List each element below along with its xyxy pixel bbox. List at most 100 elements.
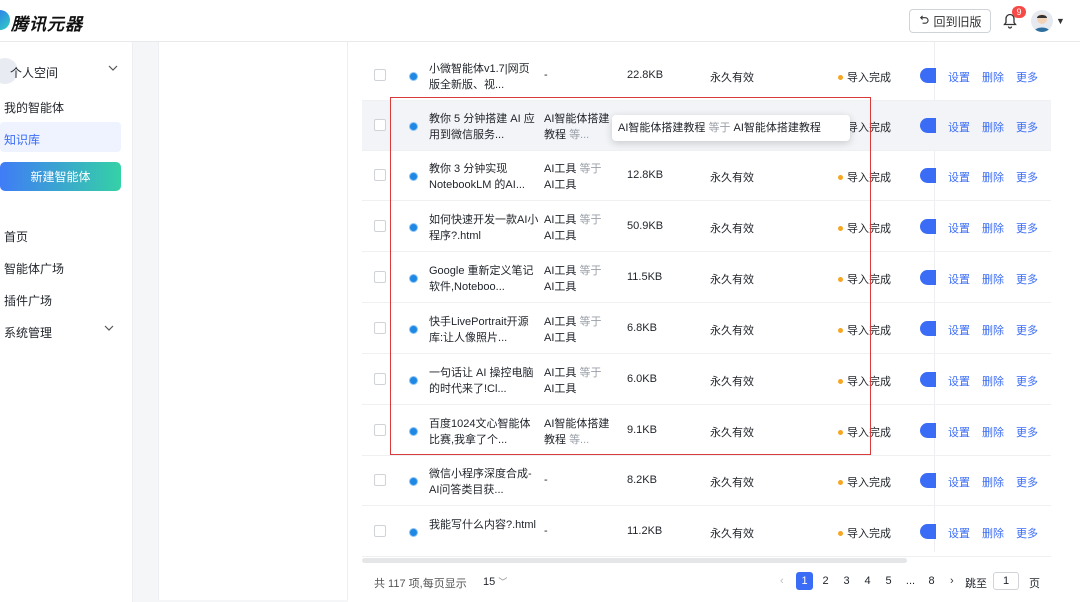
more-link[interactable]: 更多 (1016, 477, 1038, 489)
page-5[interactable]: 5 (880, 572, 897, 590)
delete-link[interactable]: 删除 (982, 376, 1004, 388)
settings-link[interactable]: 设置 (948, 72, 970, 84)
jump-label: 跳至 (965, 578, 987, 590)
row-checkbox[interactable] (374, 322, 386, 334)
row-checkbox[interactable] (374, 373, 386, 385)
page-3[interactable]: 3 (838, 572, 855, 590)
row-actions: 设置 删除 更多 (948, 373, 1050, 389)
sidebar-item-system-admin[interactable]: 系统管理 (4, 324, 52, 341)
enable-toggle[interactable] (920, 321, 936, 336)
delete-link[interactable]: 删除 (982, 122, 1004, 134)
sidebar-item-plugin-plaza[interactable]: 插件广场 (4, 292, 52, 309)
settings-link[interactable]: 设置 (948, 528, 970, 540)
logo-icon (0, 10, 10, 30)
avatar[interactable] (1031, 10, 1053, 32)
settings-link[interactable]: 设置 (948, 325, 970, 337)
doc-tag: - (544, 69, 548, 81)
row-checkbox[interactable] (374, 525, 386, 537)
sidebar-item-home[interactable]: 首页 (4, 228, 28, 245)
page-8[interactable]: 8 (923, 572, 940, 590)
enable-toggle[interactable] (920, 473, 936, 488)
delete-link[interactable]: 删除 (982, 325, 1004, 337)
page-ellipsis[interactable]: ... (902, 572, 919, 590)
status-text: 导入完成 (847, 528, 891, 540)
page-2[interactable]: 2 (817, 572, 834, 590)
delete-link[interactable]: 删除 (982, 274, 1004, 286)
table-row[interactable]: 我能写什么内容?.html - 11.2KB 永久有效 导入完成 设置 删除 更多 (362, 507, 1051, 557)
page-1[interactable]: 1 (796, 572, 813, 590)
enable-toggle[interactable] (920, 219, 936, 234)
enable-toggle[interactable] (920, 270, 936, 285)
logo-text: 腾讯元器 (11, 15, 83, 34)
status-dot-icon (838, 530, 843, 536)
more-link[interactable]: 更多 (1016, 274, 1038, 286)
delete-link[interactable]: 删除 (982, 528, 1004, 540)
settings-link[interactable]: 设置 (948, 427, 970, 439)
enable-toggle[interactable] (920, 524, 936, 539)
delete-link[interactable]: 删除 (982, 172, 1004, 184)
row-checkbox[interactable] (374, 69, 386, 81)
highlight-box (390, 97, 871, 455)
row-checkbox[interactable] (374, 271, 386, 283)
doc-name[interactable]: 我能写什么内容?.html (429, 517, 539, 549)
doc-size: 11.2KB (627, 525, 663, 537)
more-link[interactable]: 更多 (1016, 72, 1038, 84)
sidebar-item-my-agents[interactable]: 我的智能体 (4, 99, 64, 116)
page-size-select[interactable]: 15 ﹀ (483, 575, 507, 588)
notification-badge: 9 (1012, 6, 1026, 18)
table-row[interactable]: 微信小程序深度合成-AI问答类目获... - 8.2KB 永久有效 导入完成 设… (362, 456, 1051, 506)
row-actions: 设置 删除 更多 (948, 474, 1050, 490)
row-checkbox[interactable] (374, 424, 386, 436)
settings-link[interactable]: 设置 (948, 172, 970, 184)
more-link[interactable]: 更多 (1016, 122, 1038, 134)
old-version-button[interactable]: 回到旧版 (909, 9, 991, 33)
globe-icon (409, 477, 418, 486)
enable-toggle[interactable] (920, 168, 936, 183)
sidebar-item-agent-plaza[interactable]: 智能体广场 (4, 260, 64, 277)
delete-link[interactable]: 删除 (982, 72, 1004, 84)
settings-link[interactable]: 设置 (948, 122, 970, 134)
row-checkbox[interactable] (374, 474, 386, 486)
row-actions: 设置 删除 更多 (948, 525, 1050, 541)
doc-name[interactable]: 小微智能体v1.7|网页版全新版、视... (429, 61, 539, 93)
settings-link[interactable]: 设置 (948, 223, 970, 235)
row-checkbox[interactable] (374, 169, 386, 181)
more-link[interactable]: 更多 (1016, 528, 1038, 540)
more-link[interactable]: 更多 (1016, 172, 1038, 184)
chevron-down-icon[interactable] (104, 324, 114, 335)
enable-toggle[interactable] (920, 118, 936, 133)
row-checkbox[interactable] (374, 119, 386, 131)
enable-toggle[interactable] (920, 372, 936, 387)
doc-name[interactable]: 微信小程序深度合成-AI问答类目获... (429, 466, 539, 498)
workspace-label[interactable]: 个人空间 (10, 64, 58, 81)
next-page-icon[interactable]: › (950, 575, 954, 587)
settings-link[interactable]: 设置 (948, 274, 970, 286)
doc-validity: 永久有效 (710, 72, 754, 84)
table-row[interactable]: 小微智能体v1.7|网页版全新版、视... - 22.8KB 永久有效 导入完成… (362, 51, 1051, 101)
page-4[interactable]: 4 (859, 572, 876, 590)
delete-link[interactable]: 删除 (982, 223, 1004, 235)
sidebar-item-knowledge-base[interactable]: 知识库 (4, 131, 40, 148)
delete-link[interactable]: 删除 (982, 477, 1004, 489)
chevron-down-icon[interactable]: ▼ (1056, 16, 1065, 26)
more-link[interactable]: 更多 (1016, 325, 1038, 337)
knowledge-left-panel (158, 42, 348, 600)
more-link[interactable]: 更多 (1016, 376, 1038, 388)
settings-link[interactable]: 设置 (948, 477, 970, 489)
horizontal-scrollbar[interactable] (362, 558, 907, 563)
enable-toggle[interactable] (920, 68, 936, 83)
new-agent-button[interactable]: 新建智能体 (0, 162, 121, 191)
prev-page-icon[interactable]: ‹ (780, 575, 784, 587)
page-size-value: 15 (483, 576, 496, 588)
jump-input[interactable]: 1 (993, 572, 1019, 590)
settings-link[interactable]: 设置 (948, 376, 970, 388)
row-checkbox[interactable] (374, 220, 386, 232)
more-link[interactable]: 更多 (1016, 223, 1038, 235)
status-dot-icon (838, 74, 843, 80)
doc-validity: 永久有效 (710, 477, 754, 489)
delete-link[interactable]: 删除 (982, 427, 1004, 439)
row-actions: 设置 删除 更多 (948, 424, 1050, 440)
enable-toggle[interactable] (920, 423, 936, 438)
chevron-down-icon[interactable] (108, 64, 118, 75)
more-link[interactable]: 更多 (1016, 427, 1038, 439)
